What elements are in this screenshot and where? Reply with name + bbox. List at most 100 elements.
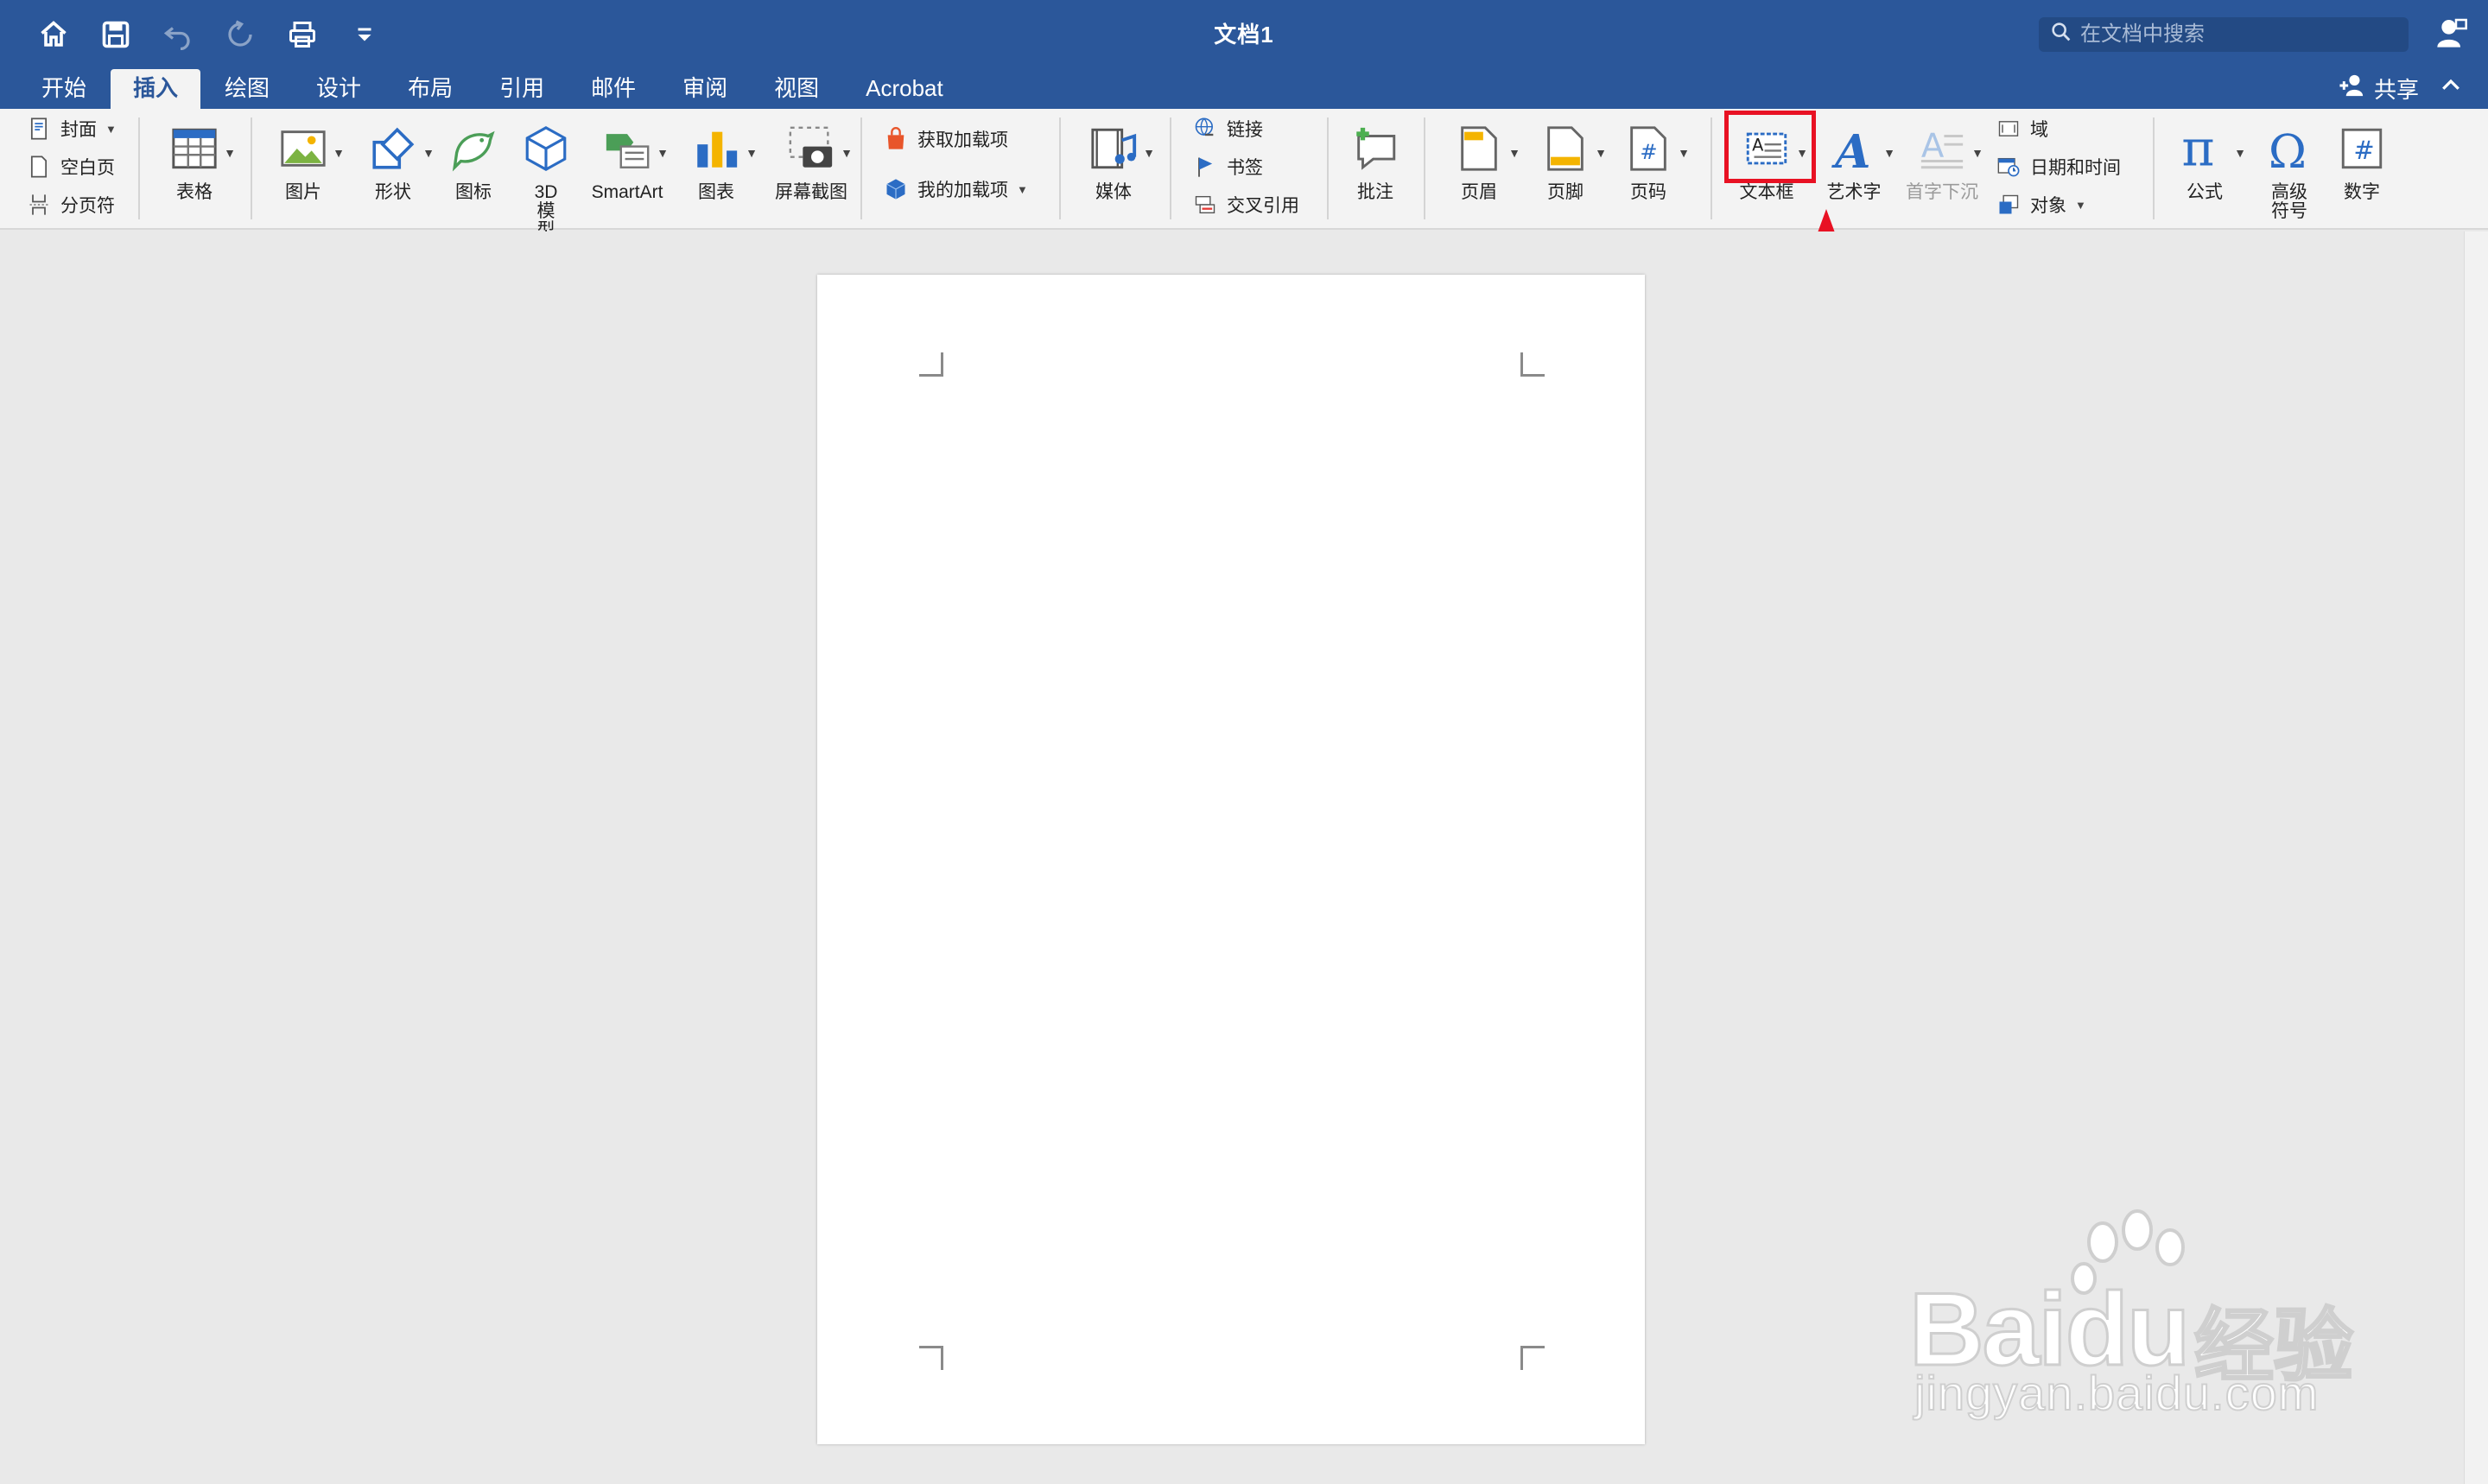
group-separator xyxy=(2153,117,2155,219)
blank-page-button[interactable]: 空白页 xyxy=(26,154,115,180)
svg-text:#: # xyxy=(1640,140,1657,164)
group-separator xyxy=(1710,117,1712,219)
svg-text:A: A xyxy=(1831,124,1870,174)
cover-page-button[interactable]: 封面 ▼ xyxy=(26,116,117,142)
wordart-button[interactable]: A ▼ 艺术字 xyxy=(1818,121,1896,202)
chevron-down-icon: ▼ xyxy=(841,146,853,160)
chevron-down-icon: ▼ xyxy=(1595,146,1607,160)
pi-icon: π ▼ xyxy=(2177,121,2246,176)
camera-icon: ▼ xyxy=(784,121,853,176)
drop-cap-icon: A ▼ xyxy=(1914,121,1983,176)
margin-corner-mark xyxy=(1520,352,1545,377)
chart-button[interactable]: ▼ 图表 xyxy=(677,121,758,202)
shapes-button[interactable]: ▼ 形状 xyxy=(354,121,435,202)
svg-text:#: # xyxy=(2353,136,2374,165)
screenshot-button[interactable]: ▼ 屏幕截图 xyxy=(764,121,859,202)
3d-models-button[interactable]: 3D 模型 xyxy=(511,121,581,240)
table-button[interactable]: ▼ 表格 xyxy=(156,121,236,202)
group-separator xyxy=(1059,117,1061,219)
group-separator xyxy=(251,117,252,219)
chevron-down-icon: ▼ xyxy=(1971,146,1983,160)
comment-button[interactable]: 批注 xyxy=(1341,121,1410,202)
chevron-down-icon: ▼ xyxy=(333,146,345,160)
advanced-symbol-button[interactable]: Ω 高级 符号 xyxy=(2255,121,2324,221)
cube-icon xyxy=(518,121,574,176)
equation-button[interactable]: π ▼ 公式 xyxy=(2168,121,2246,202)
search-box[interactable] xyxy=(2039,17,2409,52)
calendar-clock-icon xyxy=(1996,154,2022,180)
globe-link-icon xyxy=(1192,116,1218,142)
flag-icon xyxy=(1192,154,1218,180)
shapes-icon: ▼ xyxy=(365,121,435,176)
cover-page-icon xyxy=(26,116,52,142)
chevron-down-icon: ▼ xyxy=(1508,146,1520,160)
header-button[interactable]: ▼ 页眉 xyxy=(1443,121,1520,202)
get-addins-button[interactable]: 获取加载项 xyxy=(883,126,1008,152)
addin-cube-icon xyxy=(883,176,909,202)
tab-draw[interactable]: 绘图 xyxy=(202,69,292,109)
chevron-down-icon: ▼ xyxy=(1678,146,1690,160)
tab-view[interactable]: 视图 xyxy=(752,69,841,109)
link-button[interactable]: 链接 xyxy=(1192,116,1263,142)
store-bag-icon xyxy=(883,126,909,152)
page-number-button[interactable]: # ▼ 页码 xyxy=(1612,121,1690,202)
object-button[interactable]: 对象 ▼ xyxy=(1996,192,2086,218)
media-button[interactable]: ▼ 媒体 xyxy=(1075,121,1155,202)
chevron-down-icon: ▼ xyxy=(422,146,435,160)
svg-text:π: π xyxy=(2181,124,2214,174)
vertical-scrollbar[interactable] xyxy=(2464,231,2488,1484)
share-label: 共享 xyxy=(2374,77,2420,103)
my-addins-button[interactable]: 我的加载项 ▼ xyxy=(883,176,1028,202)
tab-mailings[interactable]: 邮件 xyxy=(568,69,658,109)
document-page[interactable] xyxy=(817,275,1645,1444)
tab-insert[interactable]: 插入 xyxy=(111,69,201,109)
cross-reference-button[interactable]: 交叉引用 xyxy=(1192,192,1299,218)
smartart-icon: ▼ xyxy=(600,121,669,176)
account-icon[interactable] xyxy=(2434,16,2469,50)
tab-design[interactable]: 设计 xyxy=(294,69,384,109)
picture-button[interactable]: ▼ 图片 xyxy=(264,121,345,202)
page-break-button[interactable]: 分页符 xyxy=(26,192,115,218)
number-button[interactable]: # 数字 xyxy=(2326,121,2398,202)
date-time-button[interactable]: 日期和时间 xyxy=(1996,154,2121,180)
ribbon-insert: 封面 ▼ 空白页 分页符 ▼ 表格 ▼ 图片 ▼ 形状 图标 3D 模型 ▼ S… xyxy=(0,109,2488,240)
bird-icon xyxy=(446,121,501,176)
collapse-ribbon-icon[interactable] xyxy=(2438,73,2464,104)
tab-acrobat[interactable]: Acrobat xyxy=(843,69,966,109)
tab-references[interactable]: 引用 xyxy=(477,69,567,109)
object-icon xyxy=(1996,192,2022,218)
field-button[interactable]: 域 xyxy=(1996,116,2048,142)
tab-home[interactable]: 开始 xyxy=(19,69,109,109)
svg-text:Ω: Ω xyxy=(2269,125,2307,174)
footer-button[interactable]: ▼ 页脚 xyxy=(1529,121,1607,202)
header-icon: ▼ xyxy=(1451,121,1520,176)
tab-review[interactable]: 审阅 xyxy=(660,69,750,109)
number-icon: # xyxy=(2334,121,2390,176)
page-number-icon: # ▼ xyxy=(1621,121,1690,176)
tab-layout[interactable]: 布局 xyxy=(385,69,475,109)
omega-icon: Ω xyxy=(2262,121,2317,176)
chevron-down-icon: ▼ xyxy=(657,146,669,160)
chevron-down-icon: ▼ xyxy=(2234,146,2246,160)
group-separator xyxy=(1424,117,1425,219)
ribbon-tabs: 开始 插入 绘图 设计 布局 引用 邮件 审阅 视图 Acrobat xyxy=(19,67,968,109)
smartart-button[interactable]: ▼ SmartArt xyxy=(584,121,670,202)
margin-corner-mark xyxy=(1520,1346,1545,1370)
table-icon: ▼ xyxy=(167,121,236,176)
icons-button[interactable]: 图标 xyxy=(439,121,508,202)
ribbon-tab-bar: 开始 插入 绘图 设计 布局 引用 邮件 审阅 视图 Acrobat 共享 xyxy=(0,67,2488,109)
field-icon xyxy=(1996,116,2022,142)
watermark-url: jingyan.baidu.com xyxy=(1914,1365,2320,1421)
share-button[interactable]: 共享 xyxy=(2338,73,2419,105)
search-input[interactable] xyxy=(2079,22,2390,48)
bar-chart-icon: ▼ xyxy=(689,121,758,176)
picture-icon: ▼ xyxy=(276,121,345,176)
drop-cap-button[interactable]: A ▼ 首字下沉 xyxy=(1897,121,1987,202)
chevron-down-icon: ▼ xyxy=(1883,146,1895,160)
chevron-down-icon: ▼ xyxy=(105,122,117,136)
chevron-down-icon: ▼ xyxy=(224,146,236,160)
baidu-jingyan-watermark: Baidu 经验 jingyan.baidu.com xyxy=(1907,1209,2358,1434)
group-separator xyxy=(860,117,862,219)
footer-icon: ▼ xyxy=(1538,121,1607,176)
bookmark-button[interactable]: 书签 xyxy=(1192,154,1263,180)
